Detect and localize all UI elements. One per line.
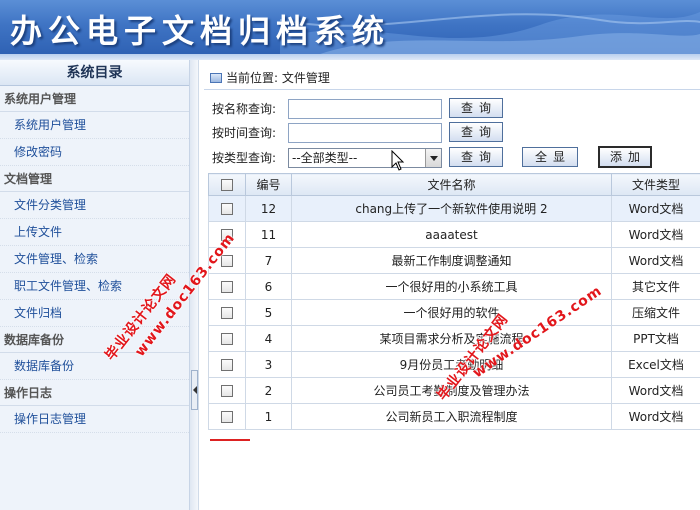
table-header-row: 编号 文件名称 文件类型 [208, 173, 700, 196]
type-query-row: 按类型查询: --全部类型-- [212, 147, 442, 169]
main-content: 当前位置: 文件管理 按名称查询: 查询 按时间查询: 查询 按类型查询: --… [200, 60, 700, 510]
row-name[interactable]: 某项目需求分析及实施流程 [291, 325, 612, 352]
row-id: 11 [245, 221, 292, 248]
sidebar-item-file-categories[interactable]: 文件分类管理 [0, 192, 189, 219]
type-query-button[interactable]: 查询 [449, 147, 503, 167]
row-checkbox[interactable] [221, 385, 233, 397]
sidebar-section-logs: 操作日志 [0, 380, 189, 406]
row-checkbox-cell[interactable] [208, 377, 246, 404]
row-type: 压缩文件 [611, 299, 700, 326]
time-query-row: 按时间查询: [212, 122, 442, 144]
window-icon [210, 73, 222, 83]
row-id: 4 [245, 325, 292, 352]
row-name[interactable]: 公司新员工入职流程制度 [291, 403, 612, 430]
sidebar-item-upload-file[interactable]: 上传文件 [0, 219, 189, 246]
table-row[interactable]: 6 一个很好用的小系统工具 其它文件 [208, 273, 700, 300]
row-id: 3 [245, 351, 292, 378]
breadcrumb-prefix: 当前位置: [226, 71, 279, 85]
row-checkbox[interactable] [221, 281, 233, 293]
row-type: Word文档 [611, 221, 700, 248]
row-checkbox[interactable] [221, 411, 233, 423]
app-header: 办公电子文档归档系统 [0, 0, 700, 54]
table-row[interactable]: 7 最新工作制度调整通知 Word文档 [208, 247, 700, 274]
row-id: 2 [245, 377, 292, 404]
table-row[interactable]: 11 aaaatest Word文档 [208, 221, 700, 248]
row-id: 6 [245, 273, 292, 300]
type-query-label: 按类型查询: [212, 151, 277, 165]
time-query-label: 按时间查询: [212, 126, 277, 140]
sidebar-item-database-backup[interactable]: 数据库备份 [0, 353, 189, 380]
row-name[interactable]: 最新工作制度调整通知 [291, 247, 612, 274]
row-type: 其它文件 [611, 273, 700, 300]
mouse-cursor-icon [391, 150, 405, 171]
sidebar-item-system-users[interactable]: 系统用户管理 [0, 112, 189, 139]
name-query-label: 按名称查询: [212, 102, 277, 116]
type-query-selected: --全部类型-- [292, 151, 358, 165]
breadcrumb: 当前位置: 文件管理 [204, 66, 700, 90]
name-query-input[interactable] [288, 99, 442, 119]
app-title: 办公电子文档归档系统 [10, 12, 391, 50]
name-query-button[interactable]: 查询 [449, 98, 503, 118]
row-checkbox-cell[interactable] [208, 195, 246, 222]
row-checkbox-cell[interactable] [208, 351, 246, 378]
select-all-checkbox[interactable] [221, 179, 233, 191]
chevron-down-icon[interactable] [425, 149, 441, 167]
row-type: Word文档 [611, 377, 700, 404]
row-name[interactable]: aaaatest [291, 221, 612, 248]
sidebar-item-file-management[interactable]: 文件管理、检索 [0, 246, 189, 273]
row-checkbox-cell[interactable] [208, 403, 246, 430]
row-checkbox[interactable] [221, 333, 233, 345]
name-query-row: 按名称查询: [212, 98, 442, 120]
row-checkbox[interactable] [221, 203, 233, 215]
collapse-arrow-icon[interactable] [191, 370, 198, 410]
row-checkbox-cell[interactable] [208, 325, 246, 352]
row-type: Excel文档 [611, 351, 700, 378]
breadcrumb-page: 文件管理 [281, 71, 330, 85]
sidebar-section-documents: 文档管理 [0, 166, 189, 192]
pager-underline [210, 439, 250, 441]
row-type: PPT文档 [611, 325, 700, 352]
row-type: Word文档 [611, 247, 700, 274]
row-type: Word文档 [611, 195, 700, 222]
add-button[interactable]: 添加 [598, 146, 652, 168]
sidebar-item-operation-logs[interactable]: 操作日志管理 [0, 406, 189, 433]
row-type: Word文档 [611, 403, 700, 430]
column-header-id[interactable]: 编号 [245, 173, 292, 196]
row-checkbox-cell[interactable] [208, 273, 246, 300]
row-checkbox[interactable] [221, 307, 233, 319]
row-id: 12 [245, 195, 292, 222]
row-checkbox-cell[interactable] [208, 299, 246, 326]
show-all-button[interactable]: 全显 [522, 147, 578, 167]
row-name[interactable]: 一个很好用的小系统工具 [291, 273, 612, 300]
table-row[interactable]: 12 chang上传了一个新软件使用说明 2 Word文档 [208, 195, 700, 222]
row-name[interactable]: chang上传了一个新软件使用说明 2 [291, 195, 612, 222]
table-row[interactable]: 5 一个很好用的软件 压缩文件 [208, 299, 700, 326]
column-header-type[interactable]: 文件类型 [611, 173, 700, 196]
table-row[interactable]: 4 某项目需求分析及实施流程 PPT文档 [208, 325, 700, 352]
time-query-button[interactable]: 查询 [449, 122, 503, 142]
table-row[interactable]: 1 公司新员工入职流程制度 Word文档 [208, 403, 700, 430]
time-query-input[interactable] [288, 123, 442, 143]
type-query-select[interactable]: --全部类型-- [288, 148, 442, 168]
row-id: 7 [245, 247, 292, 274]
sidebar-title: 系统目录 [0, 60, 189, 86]
select-all-header[interactable] [208, 173, 246, 196]
row-id: 1 [245, 403, 292, 430]
column-header-name[interactable]: 文件名称 [291, 173, 612, 196]
row-checkbox[interactable] [221, 359, 233, 371]
sidebar-item-change-password[interactable]: 修改密码 [0, 139, 189, 166]
sidebar-section-user: 系统用户管理 [0, 86, 189, 112]
row-id: 5 [245, 299, 292, 326]
